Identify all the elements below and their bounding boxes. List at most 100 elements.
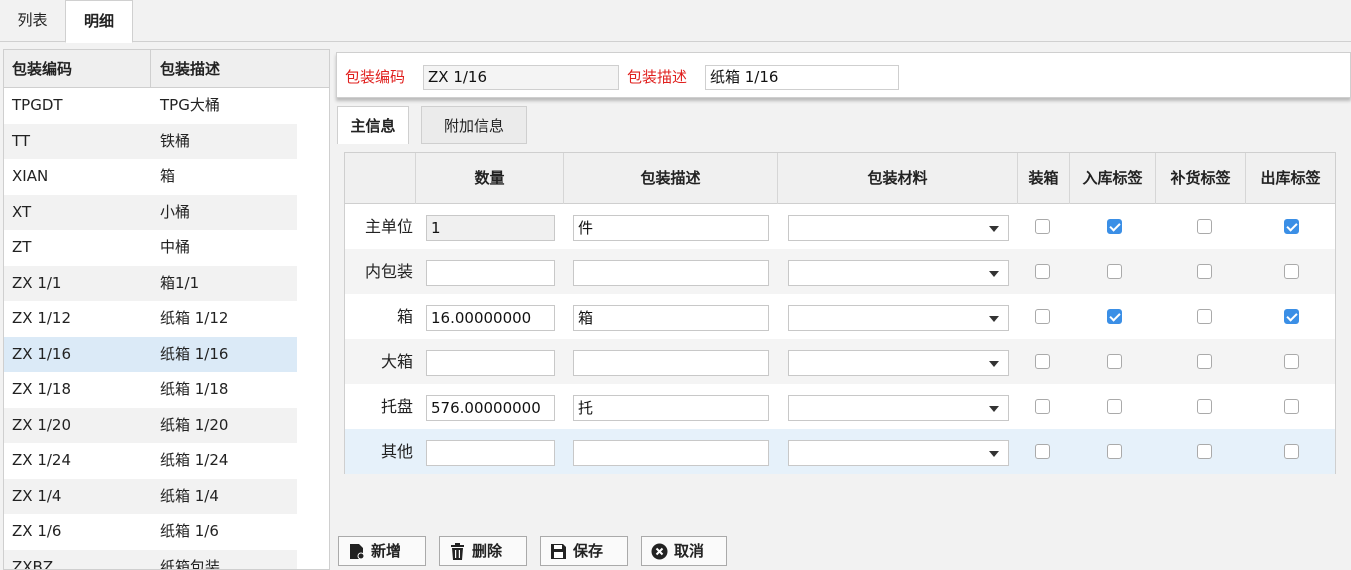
desc-input[interactable] <box>573 260 769 286</box>
grid-header-out-label: 出库标签 <box>1260 169 1321 187</box>
material-select[interactable] <box>788 350 1009 376</box>
replenish-checkbox[interactable] <box>1197 354 1212 369</box>
desc-input[interactable] <box>573 350 769 376</box>
box-checkbox[interactable] <box>1035 354 1050 369</box>
code-field[interactable]: ZX 1/16 <box>423 65 619 90</box>
list-item-desc: 中桶 <box>160 238 191 256</box>
qty-input[interactable]: 1 <box>426 215 555 241</box>
in-checkbox[interactable] <box>1107 399 1122 414</box>
list-item[interactable]: ZX 1/1 箱1/1 <box>4 265 297 301</box>
out-checkbox[interactable] <box>1284 354 1299 369</box>
cancel-button[interactable]: 取消 <box>641 536 727 566</box>
list-item-desc: 小桶 <box>160 202 191 221</box>
chevron-down-icon <box>989 226 999 232</box>
box-checkbox[interactable] <box>1035 309 1050 324</box>
out-checkbox[interactable] <box>1284 219 1299 234</box>
list-item[interactable]: ZX 1/16 纸箱 1/16 <box>4 336 297 372</box>
in-checkbox[interactable] <box>1107 264 1122 279</box>
list-item[interactable]: ZX 1/12 纸箱 1/12 <box>4 301 297 337</box>
qty-input[interactable] <box>426 440 555 466</box>
list-item[interactable]: XIAN 箱 <box>4 159 297 195</box>
box-checkbox[interactable] <box>1035 264 1050 279</box>
grid-header-material: 包装材料 <box>778 153 1018 204</box>
list-item[interactable]: ZX 1/4 纸箱 1/4 <box>4 478 297 514</box>
list-item[interactable]: TT 铁桶 <box>4 123 297 159</box>
list-item[interactable]: ZX 1/18 纸箱 1/18 <box>4 372 297 408</box>
delete-button[interactable]: 删除 <box>439 536 527 566</box>
replenish-checkbox[interactable] <box>1197 444 1212 459</box>
list-item[interactable]: ZX 1/20 纸箱 1/20 <box>4 407 297 443</box>
list-item-code: ZX 1/4 <box>12 486 62 505</box>
list-item[interactable]: TPGDT TPG大桶 <box>4 88 297 124</box>
list-header-desc[interactable]: 包装描述 <box>160 50 220 88</box>
tab-detail[interactable]: 明细 <box>65 0 133 43</box>
replenish-checkbox[interactable] <box>1197 219 1212 234</box>
list-item[interactable]: ZT 中桶 <box>4 230 297 266</box>
list-header-code[interactable]: 包装编码 <box>12 50 72 88</box>
desc-input[interactable]: 箱 <box>573 305 769 331</box>
save-button-label: 保存 <box>573 542 604 560</box>
list-item-desc: 纸箱 1/12 <box>160 309 229 327</box>
grid-header-replenish-label: 补货标签 <box>1156 153 1246 204</box>
grid-header-in-label: 入库标签 <box>1070 153 1156 204</box>
tab-extra-info[interactable]: 附加信息 <box>421 106 527 144</box>
box-checkbox[interactable] <box>1035 219 1050 234</box>
sub-tab-bar: 主信息 附加信息 <box>323 106 1351 146</box>
add-button-label: 新增 <box>371 542 402 560</box>
replenish-checkbox[interactable] <box>1197 264 1212 279</box>
floppy-disk-icon <box>551 544 566 559</box>
list-item-code: ZX 1/1 <box>12 273 62 292</box>
desc-input[interactable]: 件 <box>573 215 769 241</box>
box-checkbox[interactable] <box>1035 444 1050 459</box>
qty-input[interactable] <box>426 350 555 376</box>
list-item[interactable]: XT 小桶 <box>4 194 297 230</box>
list-item[interactable]: ZXBZ 纸箱包装 <box>4 549 297 570</box>
material-select[interactable] <box>788 260 1009 286</box>
list-item-desc: 纸箱 1/16 <box>160 344 229 363</box>
new-file-icon <box>350 544 365 560</box>
list-item-code: ZX 1/20 <box>12 415 72 434</box>
list-item-desc: TPG大桶 <box>160 96 220 114</box>
in-checkbox[interactable] <box>1107 309 1122 324</box>
cancel-circle-icon <box>651 543 668 560</box>
grid-row: 内包装 <box>345 249 1335 294</box>
material-select[interactable] <box>788 395 1009 421</box>
replenish-checkbox[interactable] <box>1197 309 1212 324</box>
qty-input[interactable] <box>426 260 555 286</box>
add-button[interactable]: 新增 <box>338 536 426 566</box>
out-checkbox[interactable] <box>1284 399 1299 414</box>
list-item-code: TT <box>12 131 31 150</box>
list-item-desc: 纸箱 1/20 <box>160 415 229 434</box>
qty-input[interactable]: 576.00000000 <box>426 395 555 421</box>
desc-input[interactable] <box>573 440 769 466</box>
unit-label: 其他 <box>380 442 413 461</box>
grid-header: 数量 包装描述 包装材料 装箱 入库标签 补货标签 出库标签 <box>345 153 1335 204</box>
in-checkbox[interactable] <box>1107 444 1122 459</box>
replenish-checkbox[interactable] <box>1197 399 1212 414</box>
material-select[interactable] <box>788 215 1009 241</box>
list-item-desc: 纸箱包装 <box>160 557 221 570</box>
tab-main-info[interactable]: 主信息 <box>337 106 409 144</box>
in-checkbox[interactable] <box>1107 219 1122 234</box>
out-checkbox[interactable] <box>1284 264 1299 279</box>
tab-list[interactable]: 列表 <box>0 0 65 42</box>
list-item-desc: 铁桶 <box>160 131 191 150</box>
save-button[interactable]: 保存 <box>540 536 628 566</box>
in-checkbox[interactable] <box>1107 354 1122 369</box>
list-item-code: ZX 1/6 <box>12 522 62 540</box>
list-header: 包装编码 包装描述 <box>4 50 329 88</box>
material-select[interactable] <box>788 305 1009 331</box>
delete-button-label: 删除 <box>472 542 503 560</box>
material-select[interactable] <box>788 440 1009 466</box>
box-checkbox[interactable] <box>1035 399 1050 414</box>
desc-field[interactable]: 纸箱 1/16 <box>705 65 899 90</box>
list-item[interactable]: ZX 1/24 纸箱 1/24 <box>4 443 297 479</box>
out-checkbox[interactable] <box>1284 309 1299 324</box>
list-item-code: TPGDT <box>12 96 63 114</box>
desc-input[interactable]: 托 <box>573 395 769 421</box>
out-checkbox[interactable] <box>1284 444 1299 459</box>
column-divider[interactable] <box>150 50 151 88</box>
list-item[interactable]: ZX 1/6 纸箱 1/6 <box>4 514 297 550</box>
qty-input[interactable]: 16.00000000 <box>426 305 555 331</box>
list-item-code: ZX 1/16 <box>12 344 72 363</box>
